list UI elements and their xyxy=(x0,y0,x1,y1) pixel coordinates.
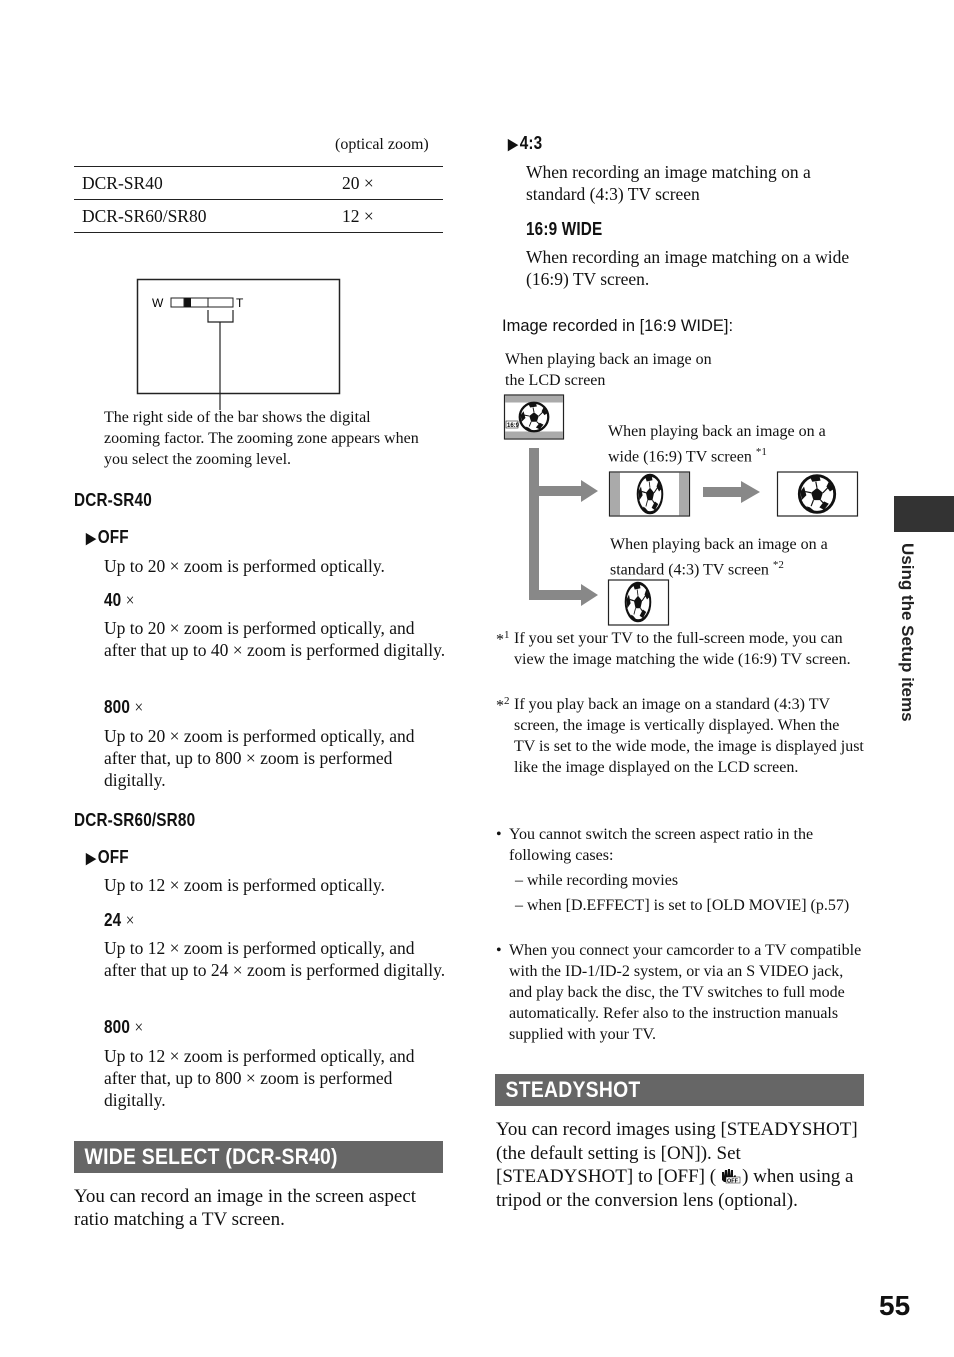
sr40-option-40x: 40 × xyxy=(104,590,135,610)
footnote-1: *1 If you set your TV to the full-screen… xyxy=(496,629,851,668)
model-cell: DCR-SR40 xyxy=(74,166,334,200)
bullet-item: • When you connect your camcorder to a T… xyxy=(496,942,862,1043)
sr60-option-24x: 24 × xyxy=(104,910,135,930)
wide-tv-pillarbox-image xyxy=(608,471,691,517)
steadyshot-body: You can record images using [STEADYSHOT]… xyxy=(496,1119,858,1211)
connector-lower xyxy=(529,590,581,600)
steadyshot-header: STEADYSHOT xyxy=(495,1074,864,1106)
wide-select-body: You can record an image in the screen as… xyxy=(74,1186,417,1230)
option-desc: Up to 12 × zoom is performed optically, … xyxy=(104,1046,415,1110)
sub-item: – while recording movies xyxy=(515,872,679,889)
option-desc: Up to 20 × zoom is performed optically, … xyxy=(104,726,415,790)
section-tab-marker xyxy=(894,496,954,532)
bullet-item: • You cannot switch the screen aspect ra… xyxy=(496,824,864,916)
wide-tv-fullscreen-image xyxy=(776,471,859,517)
arrow-icon xyxy=(581,480,598,502)
arrow-icon xyxy=(581,584,598,606)
zoom-cell: 12 × xyxy=(334,199,443,233)
diagram-caption: The right side of the bar shows the digi… xyxy=(104,409,419,468)
page-number: 55 xyxy=(879,1290,911,1321)
svg-text:OFF: OFF xyxy=(727,1179,739,1185)
lcd-badge: 16:9 xyxy=(507,423,520,429)
option-desc: Up to 20 × zoom is performed optically. xyxy=(104,556,385,576)
option-desc: Up to 12 × zoom is performed optically. xyxy=(104,875,385,895)
table-row: DCR-SR60/SR80 12 × xyxy=(74,199,443,233)
aspect-ratio-diagram: 16:9 xyxy=(503,394,859,626)
arrow-icon xyxy=(741,481,760,503)
sr40-option-off: ▶OFF xyxy=(86,527,129,547)
default-marker-icon: ▶ xyxy=(86,530,96,547)
sr40-option-800x: 800 × xyxy=(104,697,144,717)
connector-upper xyxy=(529,486,581,496)
sr40-heading: DCR-SR40 xyxy=(74,490,152,510)
lcd-caption: When playing back an image on the LCD sc… xyxy=(505,351,712,389)
zoom-position-marker xyxy=(184,298,191,307)
footnote-2: *2 If you play back an image on a standa… xyxy=(496,695,864,776)
zoom-bar-diagram: W T xyxy=(136,278,341,410)
default-marker-icon: ▶ xyxy=(86,850,96,867)
steadyshot-off-hand-icon: OFF xyxy=(722,1169,741,1185)
tele-label: T xyxy=(236,296,244,310)
side-tab-label: Using the Setup items xyxy=(898,543,917,722)
wide-select-header: WIDE SELECT (DCR-SR40) xyxy=(74,1141,443,1173)
wide-label: W xyxy=(152,296,164,310)
option-4-3: ▶4:3 xyxy=(508,133,543,153)
model-cell: DCR-SR60/SR80 xyxy=(74,199,334,233)
standard-tv-image xyxy=(607,579,670,626)
table-caption: (optical zoom) xyxy=(335,136,429,153)
lcd-screen-image: 16:9 xyxy=(503,394,565,440)
sr60-heading: DCR-SR60/SR80 xyxy=(74,810,196,830)
arrow-shaft xyxy=(703,487,741,497)
sub-item: – when [D.EFFECT] is set to [OLD MOVIE] … xyxy=(515,897,850,914)
default-marker-icon: ▶ xyxy=(508,136,518,153)
option-16-9-wide: 16:9 WIDE xyxy=(526,219,603,239)
option-desc: When recording an image matching on a st… xyxy=(526,162,811,204)
option-desc: Up to 20 × zoom is performed optically, … xyxy=(104,618,446,660)
connector-vertical xyxy=(529,448,539,600)
zoom-bar xyxy=(170,297,234,308)
table-row: DCR-SR40 20 × xyxy=(74,166,443,200)
option-desc: Up to 12 × zoom is performed optically, … xyxy=(104,938,446,980)
sr60-option-off: ▶OFF xyxy=(86,847,129,867)
sr60-option-800x: 800 × xyxy=(104,1017,144,1037)
zoom-cell: 20 × xyxy=(334,166,443,200)
optical-zoom-table: DCR-SR40 20 × DCR-SR60/SR80 12 × xyxy=(74,166,443,233)
figure-title: Image recorded in [16:9 WIDE]: xyxy=(502,317,734,335)
option-desc: When recording an image matching on a wi… xyxy=(526,247,850,289)
